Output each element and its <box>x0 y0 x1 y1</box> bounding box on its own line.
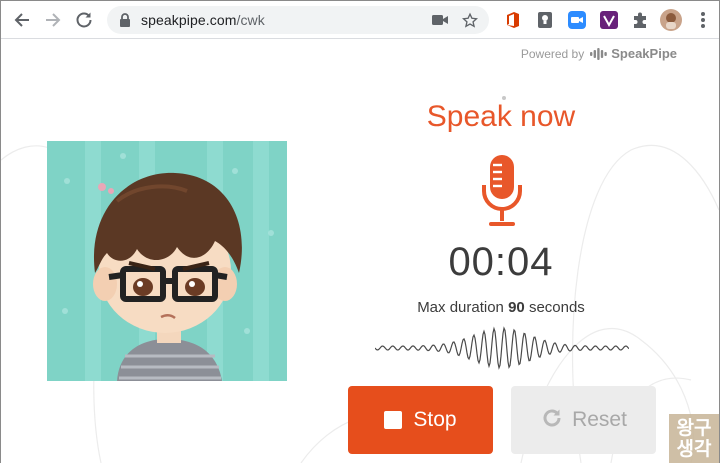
vstudio-icon[interactable] <box>599 10 619 30</box>
forward-icon[interactable] <box>42 9 64 31</box>
keep-icon[interactable] <box>535 10 555 30</box>
powered-by[interactable]: Powered by SpeakPipe <box>521 46 677 61</box>
max-duration-value: 90 <box>508 299 525 316</box>
max-duration-text: Max duration 90 seconds <box>381 299 621 316</box>
stop-icon <box>384 411 403 429</box>
camera-icon[interactable] <box>432 12 448 28</box>
recording-timer: 00:04 <box>448 240 554 284</box>
star-icon[interactable] <box>462 12 478 28</box>
speakpipe-logo[interactable]: SpeakPipe <box>590 46 677 61</box>
stop-button-label: Stop <box>413 408 457 431</box>
microphone-icon <box>482 155 522 234</box>
speakpipe-logo-icon <box>590 47 608 60</box>
url-text[interactable]: speakpipe.com/cwk <box>141 12 265 28</box>
profile-icon[interactable] <box>660 9 682 31</box>
url-path: /cwk <box>236 12 265 28</box>
stop-button[interactable]: Stop <box>348 386 493 454</box>
back-icon[interactable] <box>11 9 33 31</box>
reset-button[interactable]: Reset <box>511 386 656 454</box>
brand-name: SpeakPipe <box>611 46 677 61</box>
speak-now-heading: Speak now <box>426 100 576 133</box>
watermark-line-1: 왕구 <box>676 417 712 439</box>
browser-toolbar: speakpipe.com/cwk <box>1 1 719 39</box>
extensions-icon[interactable] <box>630 10 650 30</box>
reset-icon <box>540 406 564 435</box>
watermark-line-2: 생각 <box>676 438 712 460</box>
url-domain: speakpipe.com <box>141 12 237 28</box>
zoom-icon[interactable] <box>567 10 587 30</box>
lock-icon[interactable] <box>119 13 131 32</box>
speakpipe-page: Powered by SpeakPipe Speak now 00:04 Max… <box>1 40 719 463</box>
reload-icon[interactable] <box>73 9 95 31</box>
reset-button-label: Reset <box>572 408 627 431</box>
powered-by-label: Powered by <box>520 46 585 61</box>
watermark: 왕구 생각 <box>669 414 719 463</box>
max-duration-prefix: Max duration <box>417 299 504 316</box>
avatar <box>47 141 287 381</box>
avatar-illustration <box>47 141 287 381</box>
menu-icon[interactable] <box>695 11 711 29</box>
audio-waveform <box>375 326 629 370</box>
max-duration-suffix: seconds <box>528 299 585 316</box>
address-bar[interactable]: speakpipe.com/cwk <box>107 6 489 34</box>
office-icon[interactable] <box>503 10 523 30</box>
